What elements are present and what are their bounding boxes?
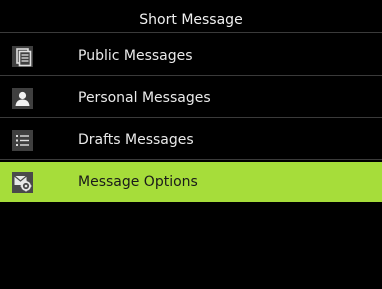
menu-item-public-messages[interactable]: Public Messages xyxy=(0,36,382,76)
menu-item-personal-messages[interactable]: Personal Messages xyxy=(0,78,382,118)
short-message-screen: Short Message Public Messages Personal M… xyxy=(0,0,382,289)
menu-item-message-options[interactable]: Message Options xyxy=(0,162,382,202)
person-icon xyxy=(12,88,33,109)
menu-item-drafts-messages[interactable]: Drafts Messages xyxy=(0,120,382,160)
menu-item-label: Drafts Messages xyxy=(78,132,194,148)
page-title: Short Message xyxy=(0,0,382,33)
list-icon xyxy=(12,130,33,151)
menu-item-label: Public Messages xyxy=(78,48,193,64)
message-settings-icon xyxy=(12,172,33,193)
menu-item-label: Message Options xyxy=(78,174,198,190)
document-icon xyxy=(12,46,33,67)
menu-item-label: Personal Messages xyxy=(78,90,211,106)
message-menu: Public Messages Personal Messages Drafts… xyxy=(0,36,382,204)
